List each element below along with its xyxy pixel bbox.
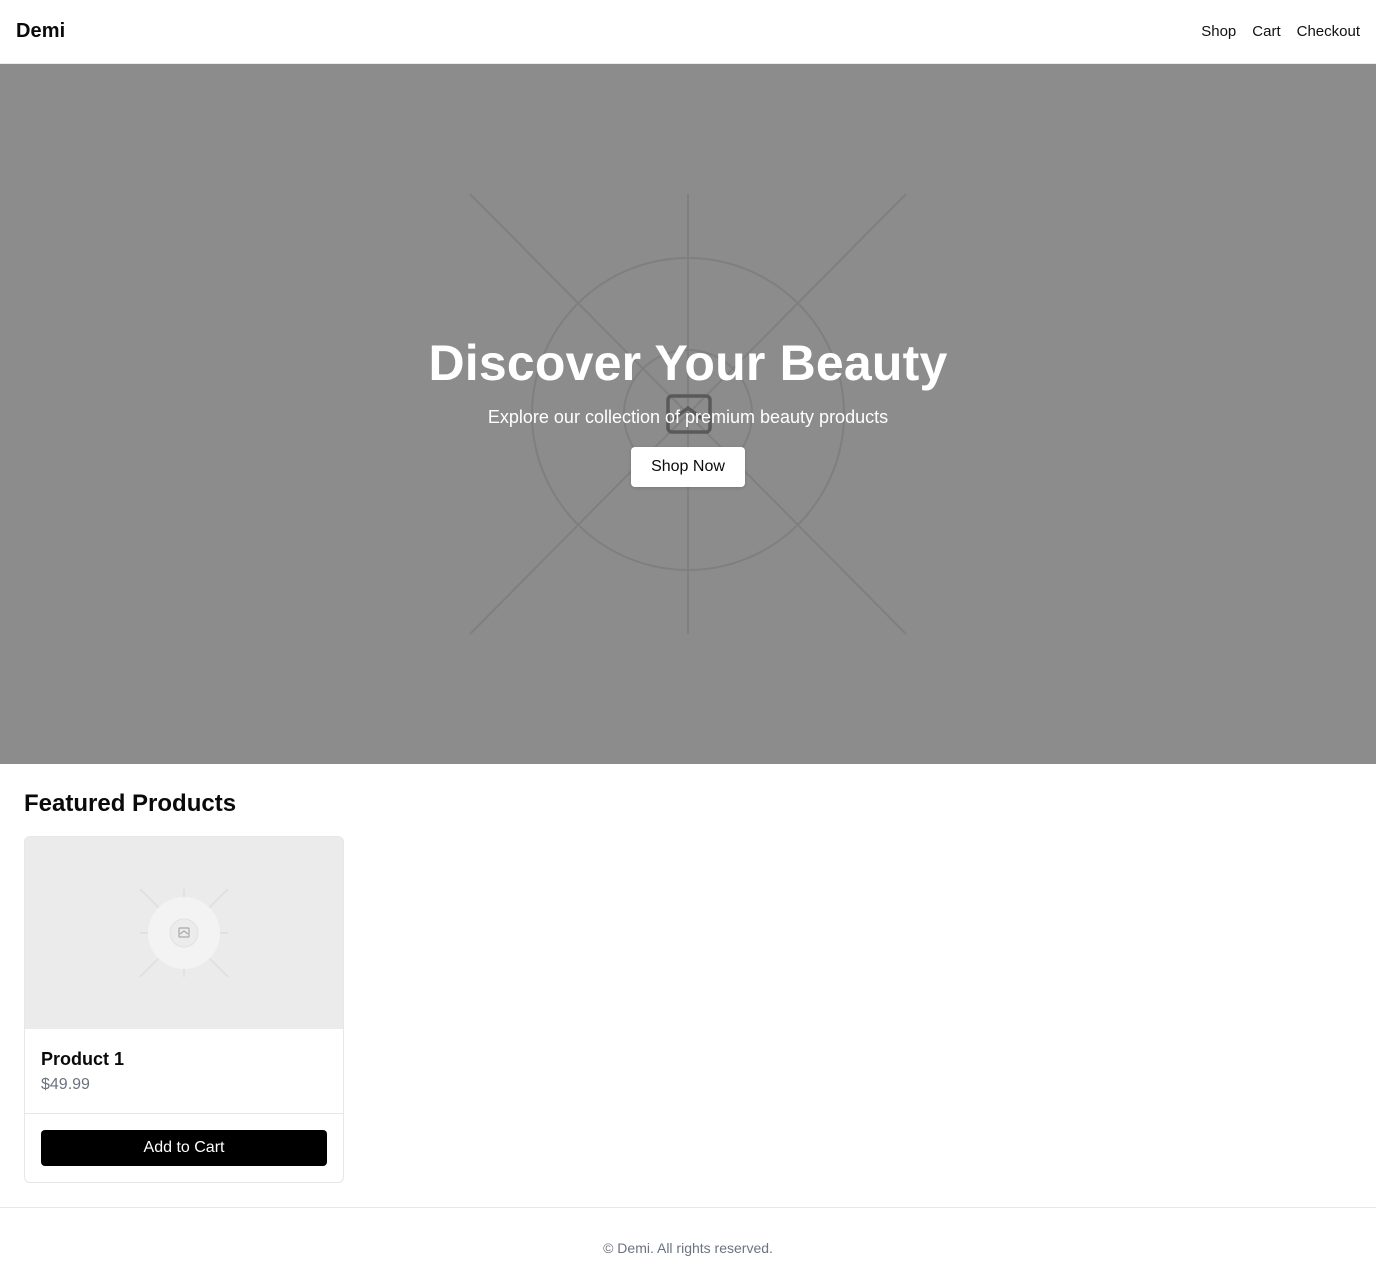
brand-logo[interactable]: Demi xyxy=(16,20,65,43)
product-info: Product 1 $49.99 xyxy=(25,1029,343,1114)
nav-checkout-link[interactable]: Checkout xyxy=(1297,23,1360,40)
image-placeholder-icon xyxy=(139,888,229,978)
hero-content: Discover Your Beauty Explore our collect… xyxy=(0,332,1376,487)
nav-cart-link[interactable]: Cart xyxy=(1252,23,1280,40)
product-card: Product 1 $49.99 Add to Cart xyxy=(24,836,344,1183)
featured-products-heading: Featured Products xyxy=(24,790,237,817)
add-to-cart-button[interactable]: Add to Cart xyxy=(41,1130,327,1166)
main-nav: Shop Cart Checkout xyxy=(1201,23,1360,40)
site-footer: © Demi. All rights reserved. xyxy=(0,1207,1376,1287)
site-header: Demi Shop Cart Checkout xyxy=(0,0,1376,64)
product-price: $49.99 xyxy=(41,1076,90,1093)
hero-banner: Discover Your Beauty Explore our collect… xyxy=(0,64,1376,764)
copyright-text: © Demi. All rights reserved. xyxy=(603,1239,773,1256)
product-name[interactable]: Product 1 xyxy=(41,1047,327,1071)
shop-now-button[interactable]: Shop Now xyxy=(631,447,745,487)
product-image[interactable] xyxy=(25,837,343,1029)
nav-shop-link[interactable]: Shop xyxy=(1201,23,1236,40)
hero-subtitle: Explore our collection of premium beauty… xyxy=(487,407,889,427)
hero-title: Discover Your Beauty xyxy=(428,335,948,391)
product-actions: Add to Cart xyxy=(25,1114,343,1182)
